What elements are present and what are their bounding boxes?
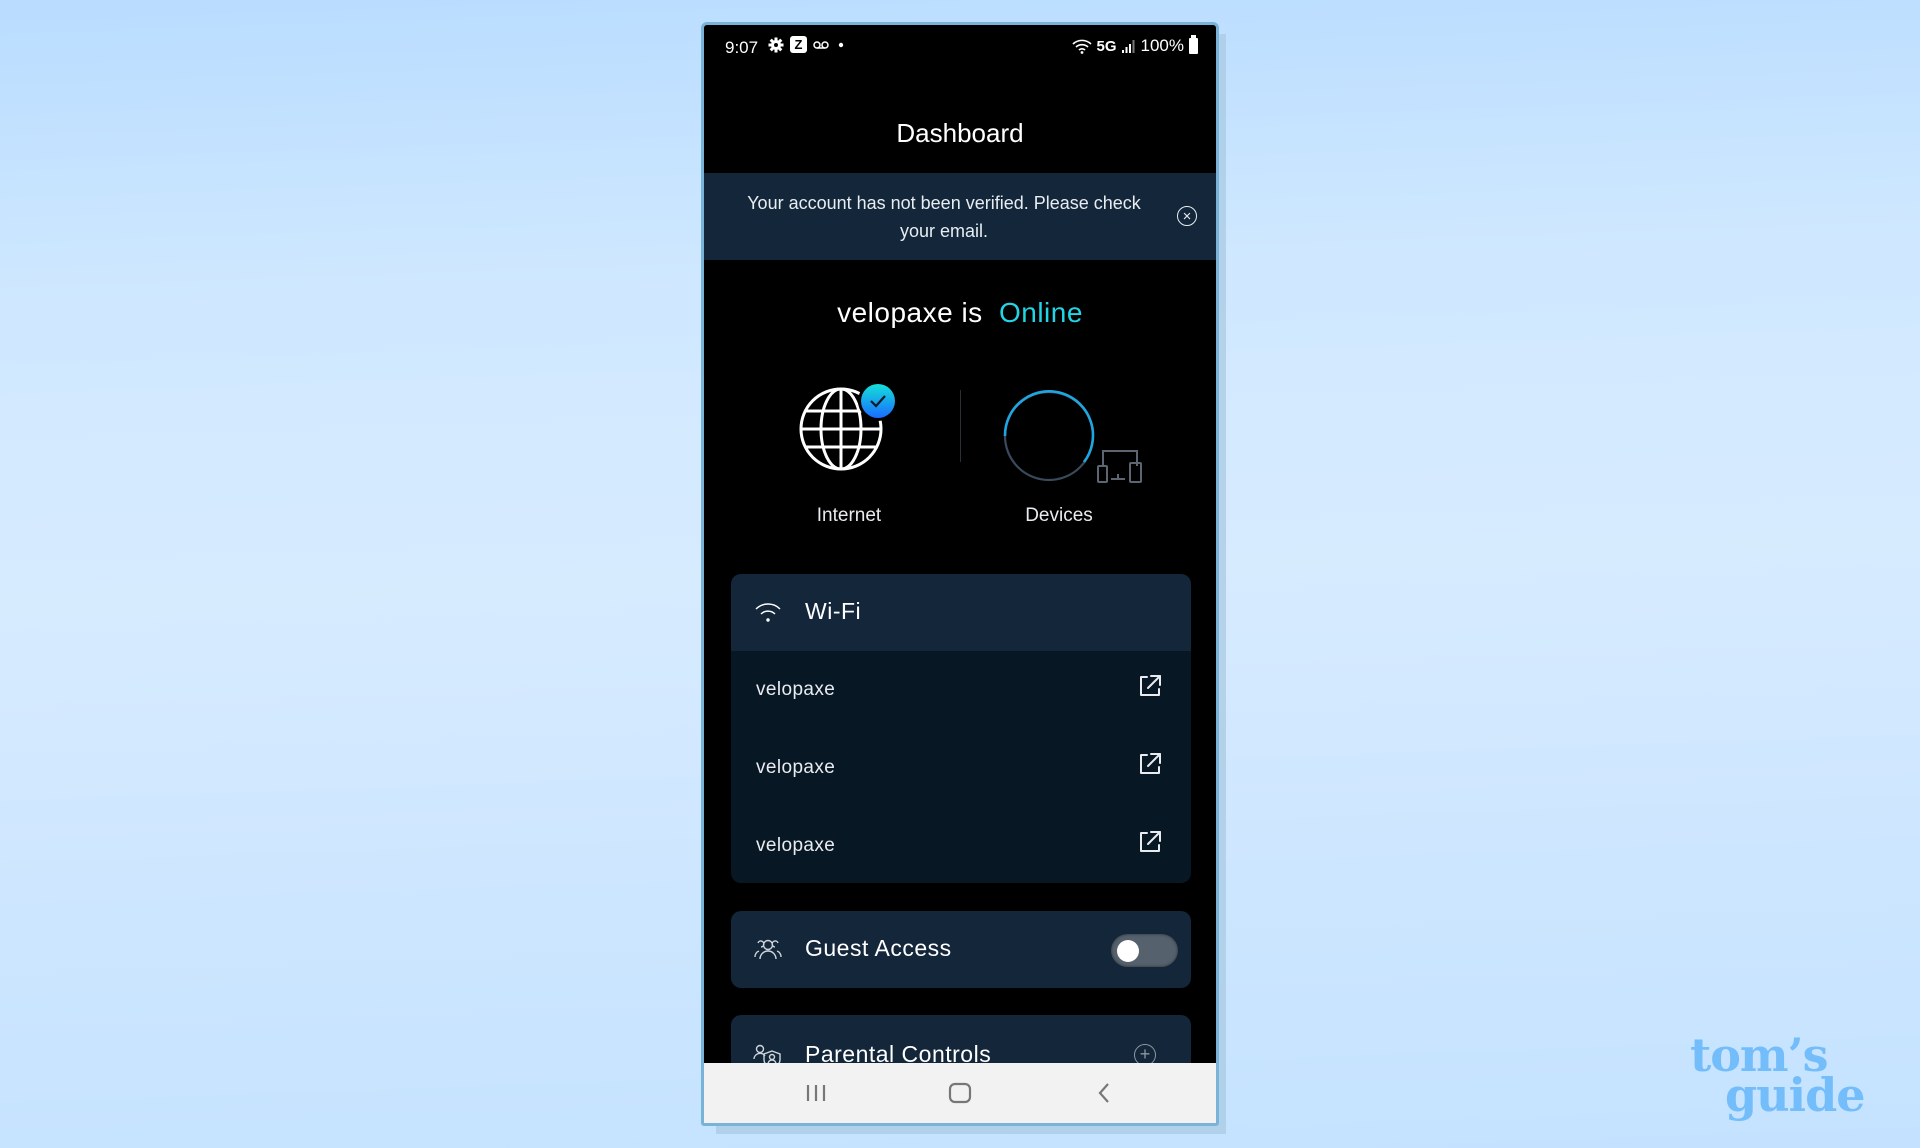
dot-icon <box>838 42 844 47</box>
toms-guide-watermark: tom’s guide <box>1690 1032 1890 1122</box>
wifi-network-row[interactable]: velopaxe <box>731 807 1191 883</box>
wifi-network-row[interactable]: velopaxe <box>731 729 1191 807</box>
back-button[interactable] <box>1084 1077 1124 1109</box>
watermark-line-2: guide <box>1725 1068 1866 1122</box>
gear-icon <box>768 37 784 52</box>
home-icon <box>948 1082 972 1104</box>
devices-status[interactable]: Devices <box>994 365 1164 526</box>
status-bar: 9:07 Z 5G 100% <box>704 25 1216 71</box>
wifi-card: Wi-Fi velopaxe velopaxe velopaxe <box>731 574 1191 883</box>
status-icons-right: 5G 100% <box>1071 35 1198 56</box>
system-nav-bar <box>704 1063 1216 1123</box>
toggle-knob <box>1117 940 1139 962</box>
wifi-icon <box>755 603 781 622</box>
battery-percent: 100% <box>1140 36 1184 55</box>
back-icon <box>1098 1083 1109 1103</box>
wifi-signal-icon <box>1071 39 1092 54</box>
guest-access-card[interactable]: Guest Access <box>731 911 1191 988</box>
close-icon[interactable]: × <box>1177 206 1197 226</box>
globe-icon <box>799 381 898 471</box>
guest-access-title: Guest Access <box>805 935 952 961</box>
guests-icon <box>754 939 782 960</box>
banner-message: Your account has not been verified. Plea… <box>747 193 1141 241</box>
wifi-ssid: velopaxe <box>756 679 836 700</box>
home-button[interactable] <box>940 1077 980 1109</box>
verification-banner: Your account has not been verified. Plea… <box>704 173 1216 260</box>
wifi-ssid: velopaxe <box>756 757 836 778</box>
wifi-title: Wi-Fi <box>805 598 862 624</box>
online-status: Online <box>998 297 1083 328</box>
guest-access-toggle[interactable] <box>1111 934 1178 967</box>
voicemail-icon <box>813 40 829 49</box>
status-time: 9:07 <box>725 38 759 57</box>
wifi-network-row[interactable]: velopaxe <box>731 651 1191 729</box>
network-name: velopaxe <box>837 297 954 328</box>
recents-button[interactable] <box>796 1077 836 1109</box>
internet-label: Internet <box>816 505 882 526</box>
check-badge-icon <box>861 384 895 418</box>
app-notification-icon: Z <box>790 36 807 53</box>
network-status-connector: is <box>961 297 983 328</box>
wifi-ssid: velopaxe <box>756 835 836 856</box>
battery-icon <box>1189 35 1198 54</box>
network-type: 5G <box>1096 37 1117 55</box>
status-icons-left: Z <box>768 36 847 53</box>
external-link-icon[interactable] <box>1137 751 1163 777</box>
recents-icon <box>806 1085 826 1101</box>
external-link-icon[interactable] <box>1137 673 1163 699</box>
external-link-icon[interactable] <box>1137 829 1163 855</box>
phone-screen: 9:07 Z 5G 100% Dashboard Your account ha… <box>701 22 1219 1126</box>
summary-divider <box>960 390 961 462</box>
page-title: Dashboard <box>896 118 1024 148</box>
devices-icon <box>1097 450 1142 483</box>
devices-label: Devices <box>1025 505 1093 526</box>
network-status: velopaxe is Online <box>704 297 1216 329</box>
internet-status[interactable]: Internet <box>789 365 909 526</box>
wifi-card-header[interactable]: Wi-Fi <box>731 574 1191 651</box>
cell-signal-icon <box>1121 40 1135 53</box>
